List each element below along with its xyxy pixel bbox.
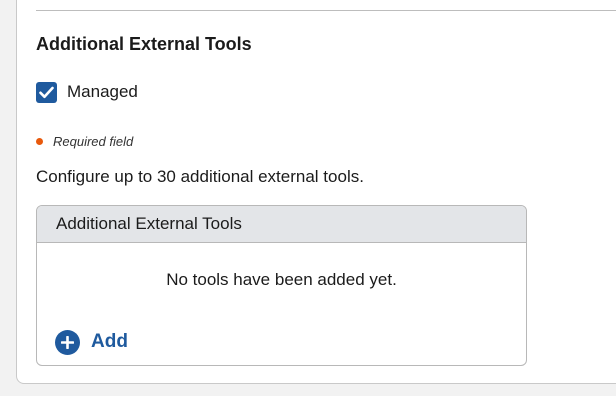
section-title: Additional External Tools (36, 34, 252, 54)
managed-label[interactable]: Managed (67, 82, 138, 102)
section-divider (36, 10, 616, 11)
add-tool-button[interactable]: Add (55, 329, 128, 355)
managed-checkbox-row[interactable]: Managed (36, 81, 138, 103)
add-label[interactable]: Add (91, 331, 128, 353)
required-field-note: Required field (36, 133, 133, 149)
required-dot-icon (36, 137, 43, 145)
required-field-label: Required field (53, 133, 134, 149)
external-tools-panel: Additional External Tools No tools have … (36, 205, 527, 366)
checkmark-icon (39, 86, 54, 98)
plus-circle-icon (55, 329, 80, 355)
panel-header: Additional External Tools (37, 206, 526, 243)
configure-description: Configure up to 30 additional external t… (36, 167, 364, 186)
empty-state-message: No tools have been added yet. (166, 270, 397, 289)
managed-checkbox[interactable] (36, 81, 57, 103)
